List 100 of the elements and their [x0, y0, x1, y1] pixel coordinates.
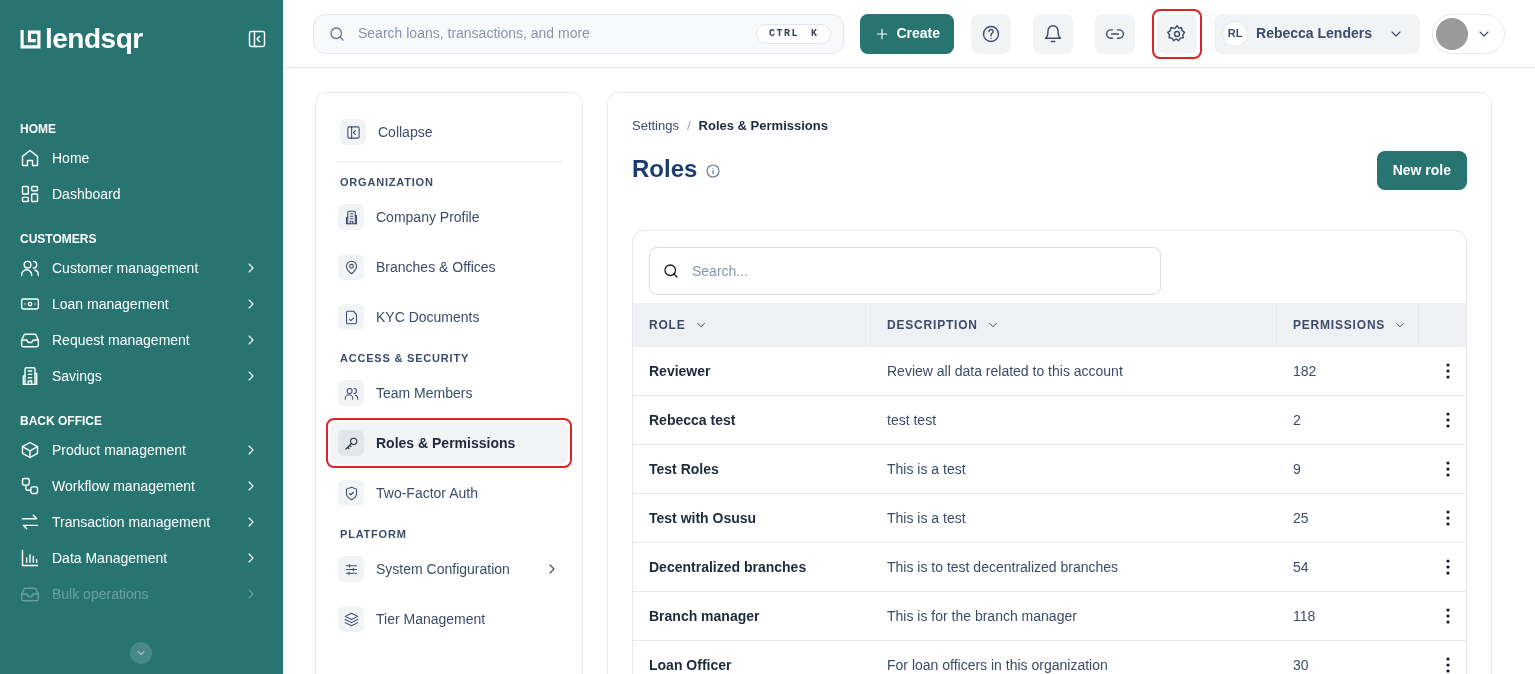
settings-nav-item[interactable]: System Configuration — [330, 548, 568, 590]
home-icon — [20, 148, 40, 168]
page-title: Roles — [632, 154, 698, 184]
map-pin-icon — [343, 259, 359, 275]
users-icon — [343, 385, 359, 401]
users-icon — [20, 258, 40, 278]
document-icon — [343, 309, 359, 325]
nav-group-heading: PLATFORM — [339, 526, 408, 542]
kebab-menu-icon — [1446, 657, 1450, 673]
inbox-icon — [20, 584, 40, 604]
shield-icon — [343, 485, 359, 501]
new-role-button[interactable]: New role — [1376, 151, 1467, 190]
description-cell-text: This is a test — [886, 459, 967, 479]
bell-button[interactable] — [1033, 13, 1074, 54]
nav-group-heading: ACCESS & SECURITY — [339, 350, 471, 366]
breadcrumb-current: Roles & Permissions — [698, 117, 828, 136]
description-cell-text: This is for the branch manager — [886, 606, 1078, 626]
search-field[interactable]: Search loans, transactions, and more CTRL K — [313, 13, 845, 54]
create-button[interactable]: Create — [860, 13, 955, 54]
row-actions-button[interactable] — [1446, 657, 1450, 673]
sidebar-nav-item[interactable]: Home — [20, 140, 263, 176]
inbox-icon — [20, 330, 40, 350]
settings-nav-item[interactable]: KYC Documents — [330, 296, 568, 338]
settings-nav-item[interactable]: Branches & Offices — [330, 246, 568, 288]
account-switcher[interactable]: RL Rebecca Lenders — [1214, 13, 1420, 54]
search-icon — [662, 262, 680, 280]
description-cell-text: For loan officers in this organization — [886, 655, 1109, 674]
sidebar-nav-item[interactable]: Request management — [20, 322, 263, 358]
row-actions-button[interactable] — [1446, 510, 1450, 526]
kebab-menu-icon — [1446, 510, 1450, 526]
table-search-field[interactable]: Search... — [649, 247, 1161, 295]
permissions-count-cell-text: 118 — [1292, 606, 1317, 626]
permissions-count-cell-text: 2 — [1292, 410, 1302, 430]
sidebar-nav-item[interactable]: Transaction management — [20, 504, 263, 540]
collapse-sidebar-button[interactable] — [247, 29, 267, 49]
grid-icon — [20, 184, 40, 204]
row-actions-button[interactable] — [1446, 363, 1450, 379]
row-actions-button[interactable] — [1446, 412, 1450, 428]
role-name-cell-text: Branch manager — [648, 606, 761, 626]
permissions-count-cell-text: 54 — [1292, 557, 1310, 577]
permissions-count-cell-text: 182 — [1292, 361, 1318, 381]
sidebar-nav-item[interactable]: Data Management — [20, 540, 263, 576]
kebab-menu-icon — [1446, 363, 1450, 379]
column-header[interactable]: ROLE — [633, 303, 871, 347]
role-name-cell-text: Loan Officer — [648, 655, 733, 674]
breadcrumb-link[interactable]: Settings — [632, 116, 679, 136]
workflow-icon — [20, 476, 40, 496]
row-actions-button[interactable] — [1446, 559, 1450, 575]
building-icon — [343, 209, 359, 225]
description-cell-text: test test — [886, 410, 938, 430]
table-search-input[interactable]: Search... — [692, 260, 1148, 282]
sidebar-nav-item[interactable]: Customer management — [20, 250, 263, 286]
role-name-cell-text: Test with Osusu — [648, 508, 758, 528]
avatar-photo-placeholder — [1436, 17, 1468, 50]
help-circle-icon — [981, 23, 1002, 44]
collapse-panel-icon — [247, 29, 267, 49]
nav-section-heading: HOME — [20, 121, 57, 138]
info-icon — [705, 163, 722, 179]
bell-icon — [1043, 23, 1064, 44]
kebab-menu-icon — [1446, 461, 1450, 477]
role-name-cell-text: Decentralized branches — [648, 557, 808, 577]
row-actions-button[interactable] — [1446, 608, 1450, 624]
description-cell-text: This is to test decentralized branches — [886, 557, 1120, 577]
description-cell-text: Review all data related to this account — [886, 361, 1124, 381]
sidebar-nav-item[interactable]: Savings — [20, 358, 263, 394]
row-actions-button[interactable] — [1446, 461, 1450, 477]
settings-nav-item[interactable]: Two-Factor Auth — [330, 472, 568, 514]
sidebar-nav-item[interactable]: Dashboard — [20, 176, 263, 212]
permissions-count-cell-text: 9 — [1292, 459, 1302, 479]
permissions-count-cell-text: 25 — [1292, 508, 1310, 528]
breadcrumb-separator: / — [687, 117, 691, 136]
keyboard-shortcut: CTRL K — [755, 23, 832, 44]
sidebar-nav-item[interactable]: Loan management — [20, 286, 263, 322]
nav-section-heading: BACK OFFICE — [20, 413, 103, 430]
settings-nav-item[interactable]: Roles & Permissions — [330, 422, 568, 464]
kebab-menu-icon — [1446, 412, 1450, 428]
collapse-panel-icon — [345, 124, 361, 140]
key-icon — [343, 435, 359, 451]
building-icon — [20, 366, 40, 386]
description-cell-text: This is a test — [886, 508, 967, 528]
sidebar-nav-item[interactable]: Workflow management — [20, 468, 263, 504]
column-header[interactable]: DESCRIPTION — [871, 303, 1277, 347]
arrows-exchange-icon — [20, 512, 40, 532]
role-name-cell-text: Rebecca test — [648, 410, 737, 430]
role-name-cell-text: Test Roles — [648, 459, 720, 479]
sidebar-nav-item[interactable]: Product management — [20, 432, 263, 468]
logo-mark-icon — [20, 28, 41, 50]
nav-section-heading: CUSTOMERS — [20, 231, 98, 248]
help-circle-button[interactable] — [971, 13, 1012, 54]
search-input[interactable]: Search loans, transactions, and more — [358, 23, 756, 44]
settings-nav-item[interactable]: Company Profile — [330, 196, 568, 238]
collapse-nav-item[interactable]: Collapse — [332, 109, 566, 155]
settings-nav-item[interactable]: Team Members — [330, 372, 568, 414]
settings-nav-item[interactable]: Tier Management — [330, 598, 568, 640]
column-header[interactable]: PERMISSIONS — [1277, 303, 1419, 347]
search-icon — [328, 24, 346, 43]
settings-icon — [1167, 23, 1188, 44]
link-button[interactable] — [1095, 13, 1136, 54]
role-name-cell-text: Reviewer — [648, 361, 712, 381]
logo-text: lendsqr — [45, 25, 143, 53]
